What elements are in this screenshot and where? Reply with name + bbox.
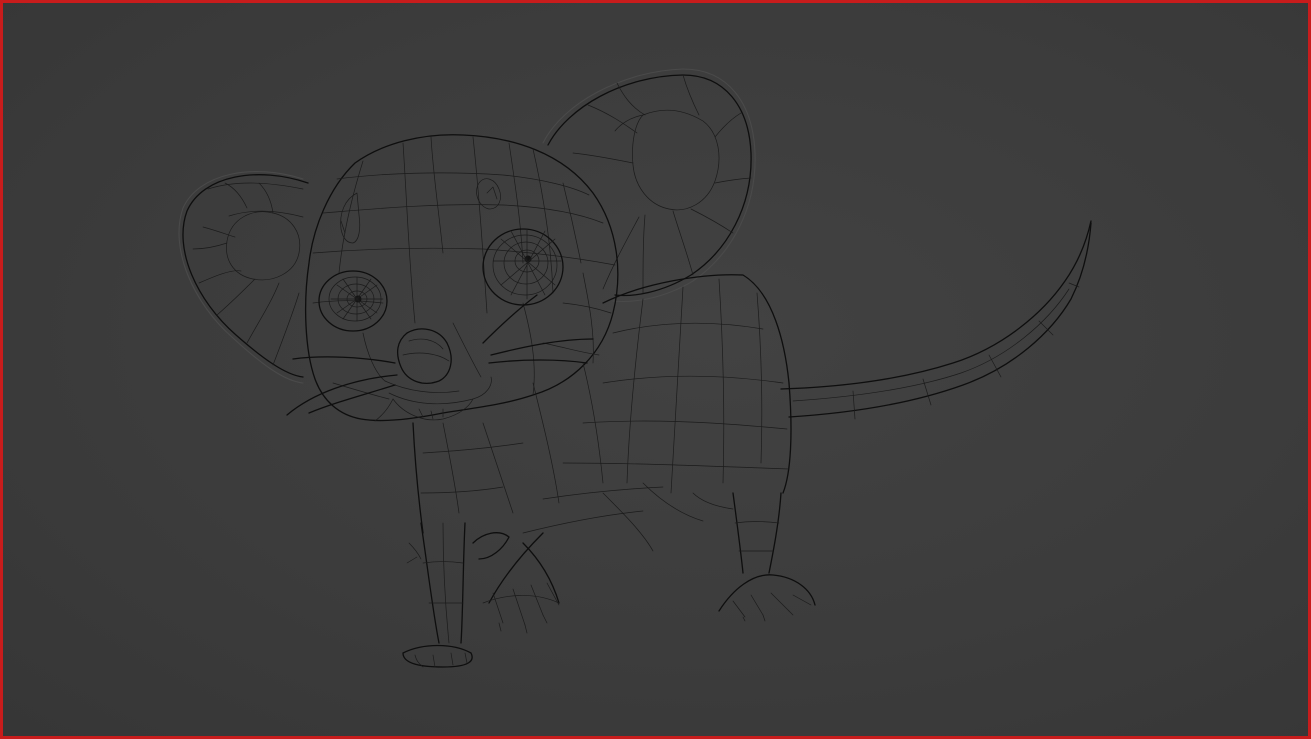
mouse-head xyxy=(304,134,619,422)
mouse-body xyxy=(412,274,792,552)
3d-viewport[interactable] xyxy=(0,0,1311,739)
whiskers xyxy=(286,294,594,416)
right-eye xyxy=(482,228,564,306)
left-ear xyxy=(178,171,309,384)
right-front-leg xyxy=(472,532,560,634)
mouse-wireframe-model[interactable] xyxy=(3,3,1308,736)
mouse-tail xyxy=(780,220,1092,420)
mouse-muzzle xyxy=(332,322,492,422)
left-front-leg xyxy=(402,522,473,668)
hind-leg xyxy=(718,492,816,622)
right-ear xyxy=(542,68,756,302)
